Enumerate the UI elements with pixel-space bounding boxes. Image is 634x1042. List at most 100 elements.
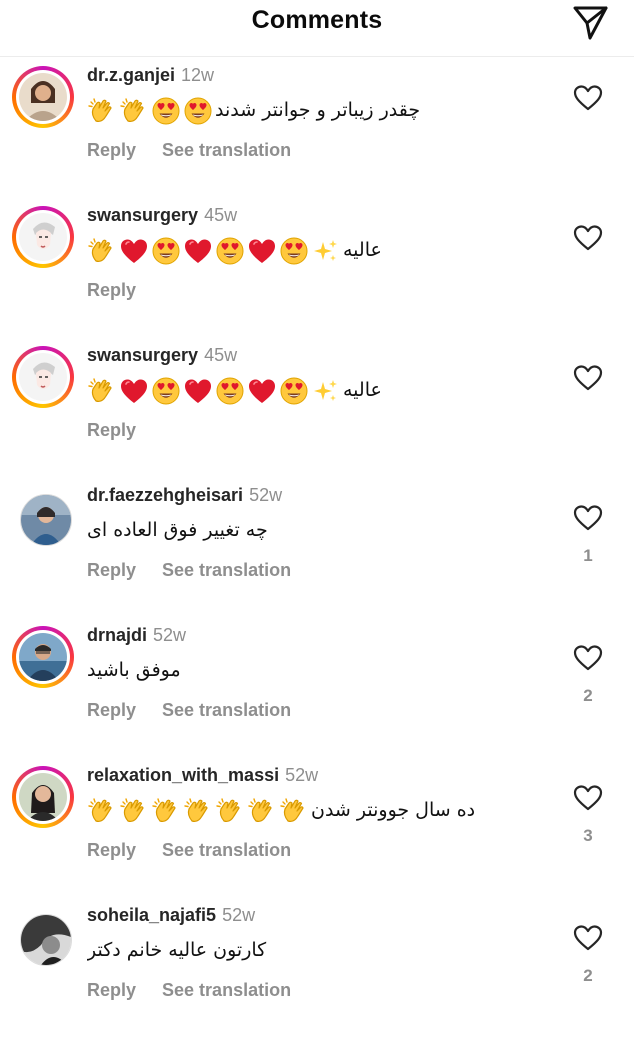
comment-username[interactable]: dr.faezzehgheisari xyxy=(87,485,243,505)
comment-time: 12w xyxy=(181,65,215,85)
comment-item: dr.faezzehgheisari 52w چه تغییر فوق العاد… xyxy=(0,482,634,622)
comment-body: چقدر زیباتر و جوانتر شدند xyxy=(215,99,421,121)
heart-eyes-emoji-icon xyxy=(279,376,309,406)
avatar[interactable] xyxy=(12,486,74,548)
clap-emoji-icon xyxy=(87,236,117,266)
heart-eyes-emoji-icon xyxy=(151,236,181,266)
comment-body: ده سال جوونتر شدن xyxy=(311,799,476,821)
comment-body: موفق باشید xyxy=(87,659,181,681)
heart-eyes-emoji-icon xyxy=(215,236,245,266)
heart-outline-icon[interactable] xyxy=(573,924,603,952)
heart-eyes-emoji-icon xyxy=(151,376,181,406)
comment-text: کارتون عالیه خانم دکتر xyxy=(87,932,567,968)
clap-emoji-icon xyxy=(247,796,277,826)
emoji-row xyxy=(87,233,343,269)
red-heart-emoji-icon xyxy=(119,376,149,406)
clap-emoji-icon xyxy=(87,796,117,826)
comment-username[interactable]: drnajdi xyxy=(87,625,147,645)
comment-text: چقدر زیباتر و جوانتر شدند xyxy=(87,92,567,128)
comment-item: dr.z.ganjei 12w چقدر زیباتر و جوانتر شدند… xyxy=(0,62,634,202)
like-count: 3 xyxy=(583,826,593,845)
clap-emoji-icon xyxy=(183,796,213,826)
comment-item: swansurgery 45w عالیه Reply xyxy=(0,342,634,482)
clap-emoji-icon xyxy=(215,796,245,826)
heart-outline-icon[interactable] xyxy=(573,364,603,392)
comment-time: 52w xyxy=(285,765,319,785)
comment-username[interactable]: soheila_najafi5 xyxy=(87,905,216,925)
avatar[interactable] xyxy=(12,66,74,128)
see-translation-link[interactable]: See translation xyxy=(162,700,291,720)
clap-emoji-icon xyxy=(119,96,149,126)
comment-text: عالیه xyxy=(87,232,567,268)
emoji-row xyxy=(87,793,311,829)
emoji-row xyxy=(87,373,343,409)
heart-outline-icon[interactable] xyxy=(573,784,603,812)
see-translation-link[interactable]: See translation xyxy=(162,140,291,160)
see-translation-link[interactable]: See translation xyxy=(162,840,291,860)
heart-outline-icon[interactable] xyxy=(573,224,603,252)
reply-button[interactable]: Reply xyxy=(87,700,136,720)
comment-text: ده سال جوونتر شدن xyxy=(87,792,567,828)
avatar[interactable] xyxy=(12,626,74,688)
comment-list: dr.z.ganjei 12w چقدر زیباتر و جوانتر شدند… xyxy=(0,0,634,1024)
comment-text: عالیه xyxy=(87,372,567,408)
comment-item: soheila_najafi5 52w کارتون عالیه خانم دکت… xyxy=(0,902,634,1042)
comment-item: relaxation_with_massi 52w ده سال جوونتر ش… xyxy=(0,762,634,902)
heart-outline-icon[interactable] xyxy=(573,84,603,112)
avatar[interactable] xyxy=(12,206,74,268)
page-title: Comments xyxy=(251,6,383,34)
see-translation-link[interactable]: See translation xyxy=(162,980,291,1000)
avatar[interactable] xyxy=(12,766,74,828)
heart-outline-icon[interactable] xyxy=(573,644,603,672)
reply-button[interactable]: Reply xyxy=(87,560,136,580)
comment-text: چه تغییر فوق العاده ای xyxy=(87,512,567,548)
sparkles-emoji-icon xyxy=(311,376,341,406)
avatar[interactable] xyxy=(12,346,74,408)
reply-button[interactable]: Reply xyxy=(87,980,136,1000)
comment-username[interactable]: swansurgery xyxy=(87,205,198,225)
comment-item: drnajdi 52w موفق باشید Reply See translati… xyxy=(0,622,634,762)
reply-button[interactable]: Reply xyxy=(87,280,136,300)
red-heart-emoji-icon xyxy=(247,376,277,406)
comment-text: موفق باشید xyxy=(87,652,567,688)
comment-body: عالیه xyxy=(343,379,382,401)
red-heart-emoji-icon xyxy=(247,236,277,266)
heart-eyes-emoji-icon xyxy=(279,236,309,266)
emoji-row xyxy=(87,93,215,129)
comment-username[interactable]: dr.z.ganjei xyxy=(87,65,175,85)
clap-emoji-icon xyxy=(87,96,117,126)
comment-username[interactable]: relaxation_with_massi xyxy=(87,765,279,785)
comment-body: عالیه xyxy=(343,239,382,261)
paper-plane-icon[interactable] xyxy=(570,2,610,42)
like-count: 1 xyxy=(583,546,593,565)
red-heart-emoji-icon xyxy=(183,236,213,266)
clap-emoji-icon xyxy=(87,376,117,406)
clap-emoji-icon xyxy=(151,796,181,826)
comment-time: 52w xyxy=(153,625,187,645)
comment-time: 45w xyxy=(204,205,238,225)
red-heart-emoji-icon xyxy=(183,376,213,406)
comment-time: 45w xyxy=(204,345,238,365)
see-translation-link[interactable]: See translation xyxy=(162,560,291,580)
sparkles-emoji-icon xyxy=(311,236,341,266)
comment-item: swansurgery 45w عالیه Reply xyxy=(0,202,634,342)
reply-button[interactable]: Reply xyxy=(87,420,136,440)
comment-body: چه تغییر فوق العاده ای xyxy=(87,519,268,541)
heart-eyes-emoji-icon xyxy=(151,96,181,126)
comment-time: 52w xyxy=(222,905,256,925)
comment-time: 52w xyxy=(249,485,283,505)
clap-emoji-icon xyxy=(119,796,149,826)
like-count: 2 xyxy=(583,966,593,985)
heart-eyes-emoji-icon xyxy=(215,376,245,406)
reply-button[interactable]: Reply xyxy=(87,140,136,160)
comment-username[interactable]: swansurgery xyxy=(87,345,198,365)
comment-body: کارتون عالیه خانم دکتر xyxy=(87,939,267,961)
heart-eyes-emoji-icon xyxy=(183,96,213,126)
clap-emoji-icon xyxy=(279,796,309,826)
avatar[interactable] xyxy=(12,906,74,968)
reply-button[interactable]: Reply xyxy=(87,840,136,860)
red-heart-emoji-icon xyxy=(119,236,149,266)
comments-header: Comments xyxy=(0,0,634,57)
heart-outline-icon[interactable] xyxy=(573,504,603,532)
like-count: 2 xyxy=(583,686,593,705)
